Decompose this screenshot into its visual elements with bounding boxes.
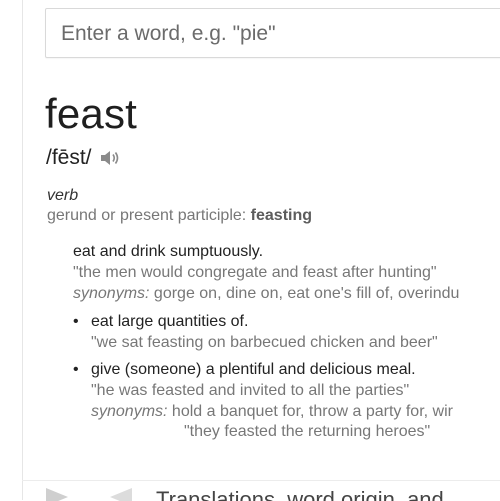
bullet: • bbox=[73, 313, 79, 330]
synonyms-list[interactable]: gorge on, dine on, eat one's fill of, ov… bbox=[149, 285, 460, 302]
sense-example: "he was feasted and invited to all the p… bbox=[91, 382, 410, 399]
headword: feast bbox=[45, 90, 138, 137]
sense-example: "the men would congregate and feast afte… bbox=[73, 264, 437, 281]
sense-1: eat and drink sumptuously. "the men woul… bbox=[73, 241, 459, 304]
sense-example-2: "they feasted the returning heroes" bbox=[184, 423, 431, 440]
speaker-icon[interactable] bbox=[99, 149, 121, 167]
bullet: • bbox=[73, 361, 79, 378]
footer-bar: Translations, word origin, and bbox=[22, 480, 500, 501]
synonyms-label: synonyms: bbox=[91, 403, 168, 420]
sense-definition: eat and drink sumptuously. bbox=[73, 243, 264, 260]
next-arrow-icon[interactable] bbox=[110, 488, 132, 501]
translations-link[interactable]: Translations, word origin, and bbox=[156, 487, 444, 501]
search-input[interactable] bbox=[59, 9, 500, 59]
sense-3: give (someone) a plentiful and delicious… bbox=[91, 359, 453, 422]
sense-synonyms: synonyms: gorge on, dine on, eat one's f… bbox=[73, 283, 459, 304]
search-box[interactable] bbox=[45, 8, 500, 59]
prev-arrow-icon[interactable] bbox=[46, 488, 68, 501]
synonyms-label: synonyms: bbox=[73, 285, 150, 302]
synonyms-list[interactable]: hold a banquet for, throw a party for, w… bbox=[167, 403, 453, 420]
word-forms-label: gerund or present participle: bbox=[47, 207, 251, 224]
sense-synonyms: synonyms: hold a banquet for, throw a pa… bbox=[91, 401, 453, 422]
word-forms: gerund or present participle: feasting bbox=[47, 207, 312, 225]
sense-2: eat large quantities of. "we sat feastin… bbox=[91, 311, 438, 353]
sense-definition: eat large quantities of. bbox=[91, 313, 249, 330]
part-of-speech: verb bbox=[47, 187, 79, 204]
word-forms-value: feasting bbox=[250, 207, 313, 224]
phonetic-spelling: /fēst/ bbox=[46, 146, 92, 169]
pronunciation-row: /fēst/ bbox=[46, 145, 121, 171]
sense-definition: give (someone) a plentiful and delicious… bbox=[91, 361, 416, 378]
sense-example: "we sat feasting on barbecued chicken an… bbox=[91, 334, 438, 351]
